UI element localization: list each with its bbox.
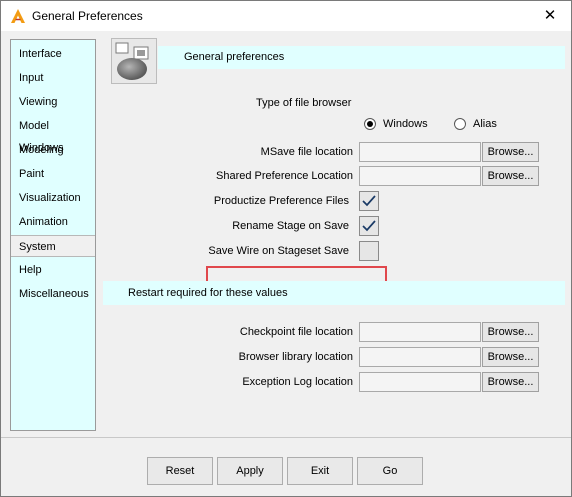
checkmark-icon — [362, 220, 376, 232]
checkpoint-browse-button[interactable]: Browse... — [482, 322, 539, 342]
sidebar-item-input[interactable]: Input — [11, 67, 95, 89]
preferences-icon — [111, 38, 157, 84]
save-wire-checkbox[interactable] — [359, 241, 379, 261]
radio-alias-label: Alias — [473, 118, 497, 130]
restart-notice-band: Restart required for these values — [103, 281, 565, 305]
file-browser-label: Type of file browser — [256, 97, 352, 109]
msave-browse-button[interactable]: Browse... — [482, 142, 539, 162]
shared-pref-location-field[interactable] — [359, 166, 481, 186]
content-area: Interface Input Viewing Model Windows Mo… — [1, 31, 571, 437]
close-button[interactable]: ✕ — [539, 6, 561, 26]
rename-stage-checkbox[interactable] — [359, 216, 379, 236]
radio-windows[interactable] — [364, 118, 376, 130]
sidebar-item-system[interactable]: System — [11, 235, 95, 257]
sidebar-item-paint[interactable]: Paint — [11, 163, 95, 185]
rename-stage-label: Rename Stage on Save — [232, 220, 349, 232]
sidebar-item-interface[interactable]: Interface — [11, 43, 95, 65]
radio-selected-dot — [367, 121, 373, 127]
save-wire-label: Save Wire on Stageset Save — [208, 245, 349, 257]
sidebar-item-visualization[interactable]: Visualization — [11, 187, 95, 209]
sidebar-item-viewing[interactable]: Viewing — [11, 91, 95, 113]
app-logo-icon — [11, 9, 25, 23]
msave-label: MSave file location — [260, 146, 353, 158]
title-bar: General Preferences ✕ — [1, 1, 571, 31]
shared-pref-label: Shared Preference Location — [216, 170, 353, 182]
preferences-graphic — [115, 42, 149, 80]
sidebar-item-modeling[interactable]: Modeling — [11, 139, 95, 161]
browser-library-label: Browser library location — [238, 351, 353, 363]
productize-checkbox[interactable] — [359, 191, 379, 211]
reset-button[interactable]: Reset — [147, 457, 213, 485]
preferences-window: General Preferences ✕ Interface Input Vi… — [0, 0, 572, 497]
checkmark-icon — [362, 195, 376, 207]
browser-library-browse-button[interactable]: Browse... — [482, 347, 539, 367]
shared-pref-browse-button[interactable]: Browse... — [482, 166, 539, 186]
browser-library-location-field[interactable] — [359, 347, 481, 367]
go-button[interactable]: Go — [357, 457, 423, 485]
button-bar: Reset Apply Exit Go — [1, 438, 571, 496]
msave-location-field[interactable] — [359, 142, 481, 162]
section-header: General preferences — [158, 46, 565, 69]
window-title: General Preferences — [32, 9, 143, 23]
checkpoint-label: Checkpoint file location — [239, 326, 353, 338]
exception-log-label: Exception Log location — [242, 376, 353, 388]
radio-alias[interactable] — [454, 118, 466, 130]
section-title: General preferences — [184, 51, 285, 63]
category-sidebar: Interface Input Viewing Model Windows Mo… — [10, 39, 96, 431]
exit-button[interactable]: Exit — [287, 457, 353, 485]
apply-button[interactable]: Apply — [217, 457, 283, 485]
sidebar-item-help[interactable]: Help — [11, 259, 95, 281]
sidebar-item-miscellaneous[interactable]: Miscellaneous — [11, 283, 95, 305]
sidebar-item-model-windows[interactable]: Model Windows — [11, 115, 95, 154]
radio-windows-label: Windows — [383, 118, 428, 130]
sidebar-item-animation[interactable]: Animation — [11, 211, 95, 233]
productize-label: Productize Preference Files — [213, 195, 349, 207]
checkpoint-location-field[interactable] — [359, 322, 481, 342]
exception-log-location-field[interactable] — [359, 372, 481, 392]
restart-notice: Restart required for these values — [128, 287, 288, 299]
exception-log-browse-button[interactable]: Browse... — [482, 372, 539, 392]
